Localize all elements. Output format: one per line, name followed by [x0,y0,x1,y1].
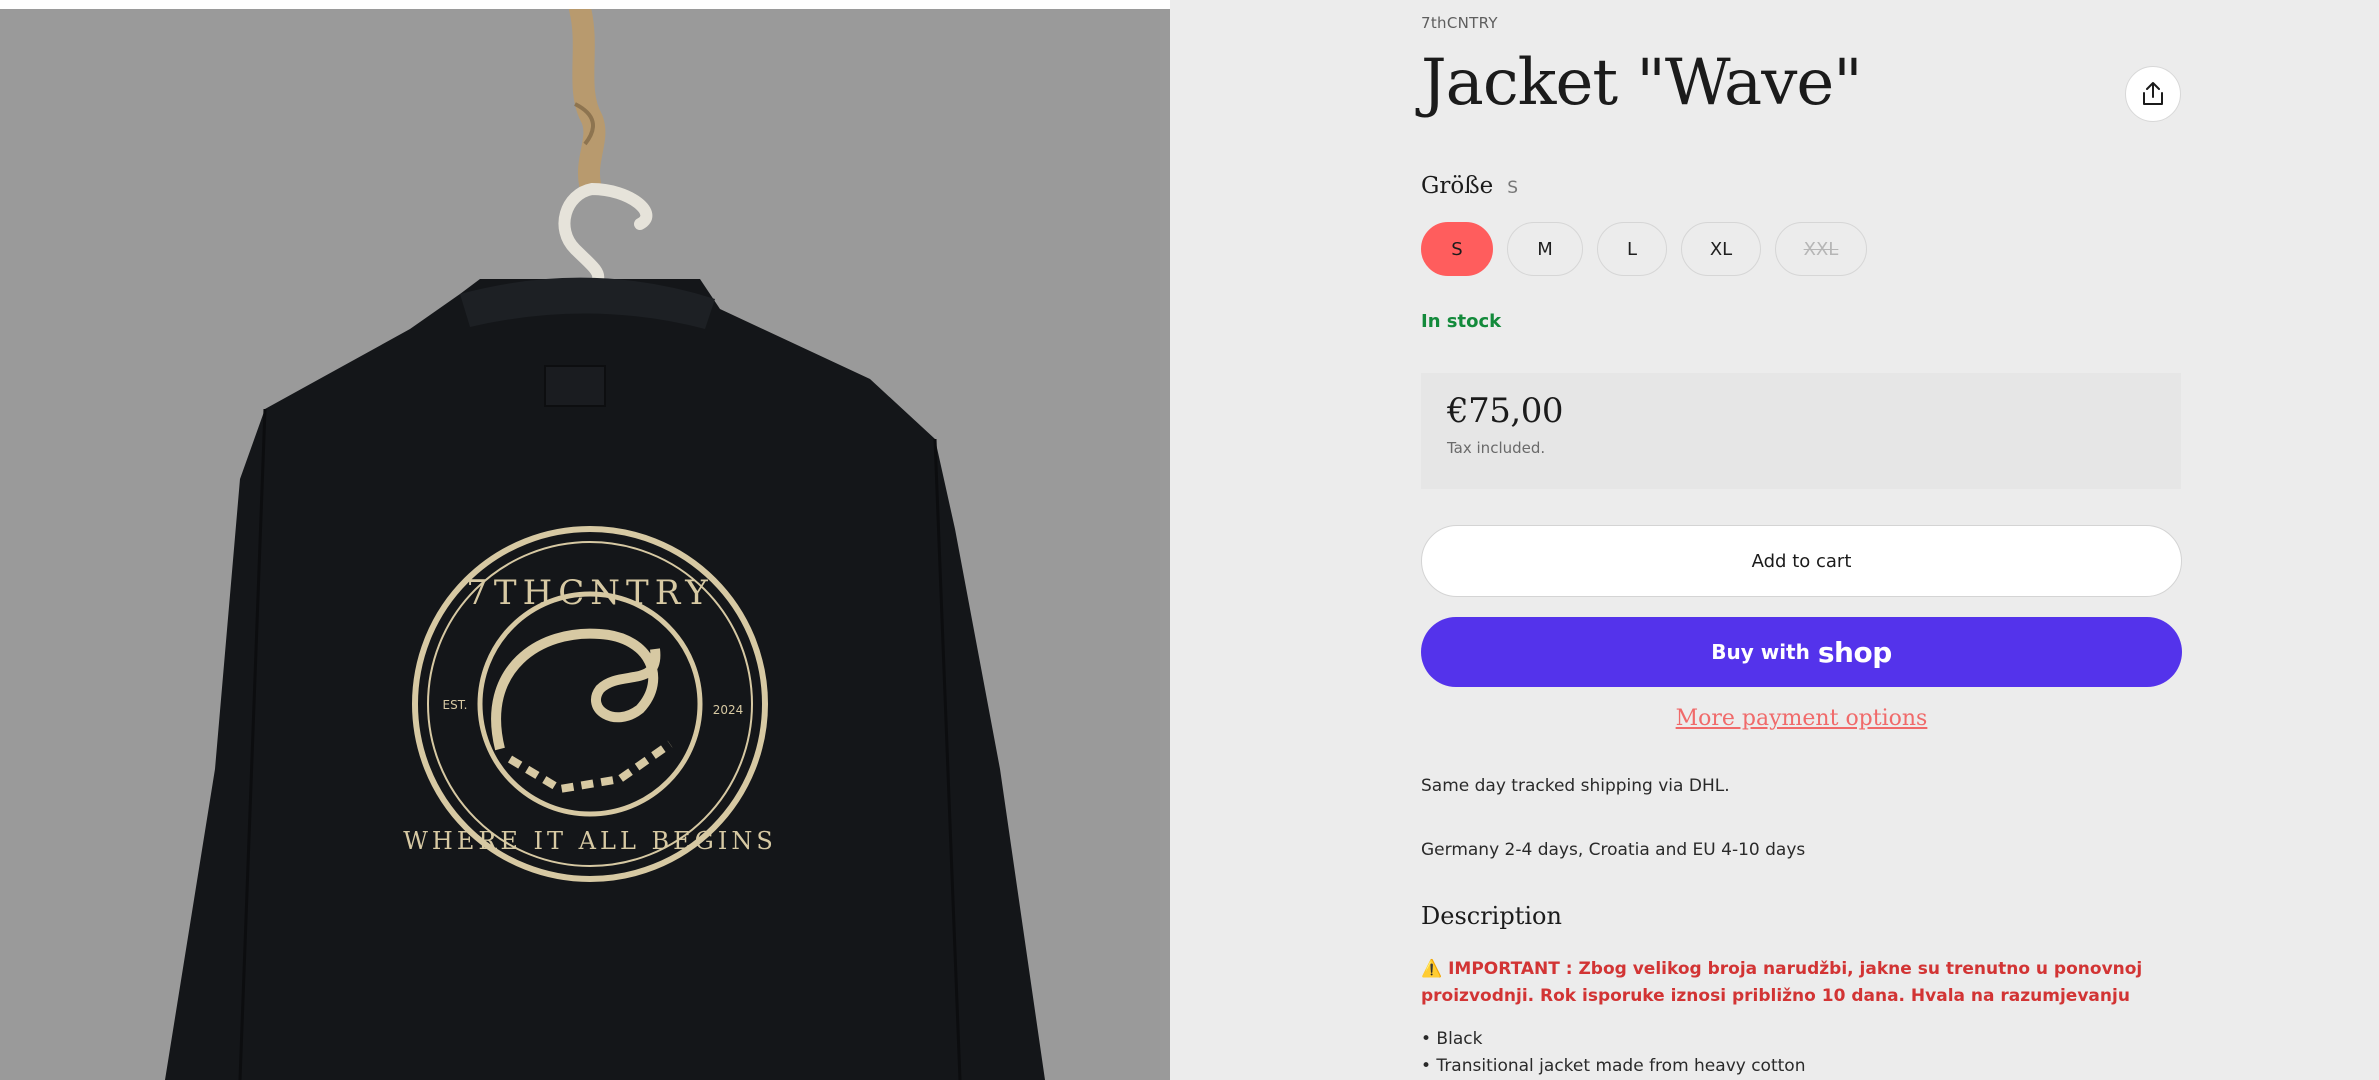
important-notice: ⚠️ IMPORTANT : Zbog velikog broja narudž… [1421,959,2143,1006]
rope-shape [569,9,606,195]
vendor-name: 7thCNTRY [1421,14,1498,32]
size-option-xxl[interactable]: XXL [1775,222,1867,276]
emblem-right-text: 2024 [713,703,744,717]
size-option-l[interactable]: L [1597,222,1667,276]
buy-with-label: Buy with [1711,640,1810,664]
description-bullets: • Black • Transitional jacket made from … [1421,1026,1805,1080]
bullet-material: • Transitional jacket made from heavy co… [1421,1056,1806,1076]
emblem-left-text: EST. [443,698,468,712]
description-heading: Description [1421,902,1562,930]
jacket-photo: 7THCNTRY WHERE IT ALL BEGINS EST. 2024 [165,9,1045,1080]
product-image[interactable]: 7THCNTRY WHERE IT ALL BEGINS EST. 2024 [0,9,1170,1080]
size-label: Größe [1421,173,1494,199]
size-option-m[interactable]: M [1507,222,1583,276]
price: €75,00 [1447,391,1563,431]
more-payment-options-link[interactable]: More payment options [1421,706,2182,731]
shop-logo: shop [1817,635,1892,669]
hanger-shape [558,183,653,285]
emblem-top-text: 7THCNTRY [466,573,713,613]
tax-note: Tax included. [1447,439,1546,457]
bullet-color: • Black [1421,1029,1483,1049]
product-info: 7thCNTRY Jacket "Wave" Größe S S M L XL … [1421,0,2182,1080]
shipping-info-2: Germany 2-4 days, Croatia and EU 4-10 da… [1421,840,1806,860]
shipping-info-1: Same day tracked shipping via DHL. [1421,776,1730,796]
product-title: Jacket "Wave" [1421,46,1863,120]
size-option-s[interactable]: S [1421,222,1493,276]
top-strip [0,0,1170,9]
size-option-xl[interactable]: XL [1681,222,1761,276]
share-icon [2143,82,2163,105]
add-to-cart-button[interactable]: Add to cart [1421,525,2182,597]
share-button[interactable] [2125,66,2181,122]
size-options: S M L XL XXL [1421,222,1867,276]
buy-with-shop-button[interactable]: Buy with shop [1421,617,2182,687]
stock-status: In stock [1421,311,1502,332]
emblem-bottom-text: WHERE IT ALL BEGINS [403,827,777,855]
size-label-row: Größe S [1421,173,1518,199]
price-box: €75,00 Tax included. [1421,373,2181,489]
selected-size: S [1507,178,1518,198]
